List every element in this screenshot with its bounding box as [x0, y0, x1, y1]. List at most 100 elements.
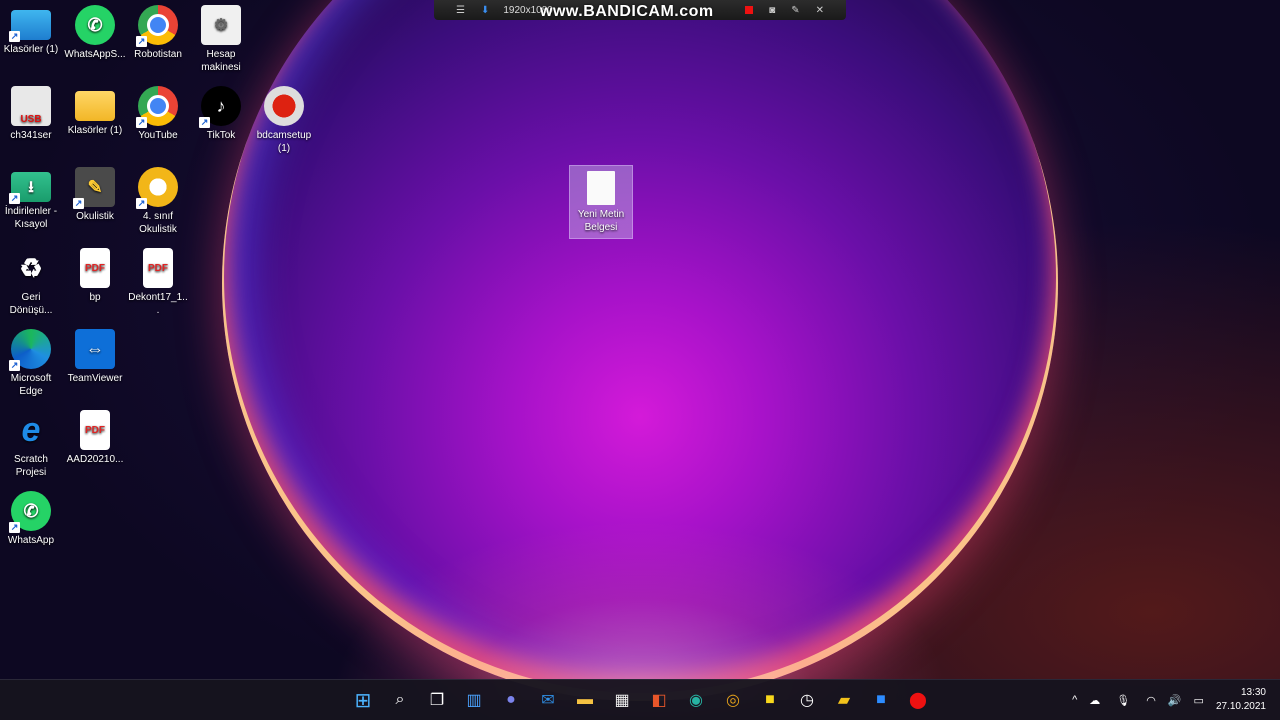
- mail-icon[interactable]: ✉: [532, 684, 564, 716]
- taskbar-apps: ⊞ ⌕ ❐ ▥ ● ✉ ▬ ▦ ◧ ◉ ◎ ■ ◷ ▰ ■ ⬤: [347, 684, 939, 716]
- volume-icon[interactable]: 🔊: [1168, 694, 1182, 707]
- icon-label: YouTube: [138, 130, 178, 141]
- desktop-icon-whatsapps[interactable]: ✆ WhatsAppS...: [64, 0, 126, 61]
- start-icon[interactable]: ⊞: [347, 684, 379, 716]
- desktop-icon-youtube[interactable]: YouTube: [127, 81, 189, 142]
- clock-date: 27.10.2021: [1215, 701, 1266, 712]
- edge-icon: [9, 329, 51, 371]
- battery-icon[interactable]: ▭: [1194, 694, 1204, 707]
- sticky-notes-2-icon[interactable]: ▰: [828, 684, 860, 716]
- desktop-icon-dekont[interactable]: PDF Dekont17_1...: [127, 243, 189, 317]
- widgets-icon[interactable]: ▥: [458, 684, 490, 716]
- desktop-icon-edge[interactable]: Microsoft Edge: [0, 324, 62, 398]
- tiktok-icon: ♪: [199, 86, 241, 128]
- pdf-badge: PDF: [85, 262, 105, 274]
- folder-icon: [75, 91, 115, 121]
- icon-label: Klasörler (1): [67, 125, 123, 136]
- clock-app-icon[interactable]: ◷: [791, 684, 823, 716]
- downloads-folder-icon: ⭳: [9, 172, 51, 204]
- desktop-icon-whatsapp[interactable]: ✆ WhatsApp: [0, 486, 62, 547]
- bandicam-installer-icon: [264, 86, 304, 126]
- task-view-icon[interactable]: ❐: [421, 684, 453, 716]
- chrome-icon: [136, 5, 178, 47]
- desktop-icon-tiktok[interactable]: ♪ TikTok: [190, 81, 252, 142]
- usb-driver-icon: USB: [11, 86, 51, 126]
- icon-label: TikTok: [206, 130, 236, 141]
- desktop-icon-yeni-metin-belgesi[interactable]: Yeni Metin Belgesi: [569, 165, 633, 239]
- pdf-icon: PDF: [80, 410, 110, 450]
- monitor-icon: [9, 10, 51, 42]
- icon-label: bdcamsetup (1): [256, 130, 312, 154]
- wifi-icon[interactable]: ◠: [1146, 694, 1156, 707]
- calculator-icon: ⚙: [201, 5, 241, 45]
- desktop-icon-klasorler[interactable]: Klasörler (1): [0, 0, 62, 56]
- icon-label: İndirilenler - Kısayol: [4, 206, 58, 230]
- desktop-icon-4-sinif-okulistik[interactable]: 4. sınıf Okulistik: [127, 162, 189, 236]
- desktop-icon-bdcamsetup[interactable]: bdcamsetup (1): [253, 81, 315, 155]
- sticky-notes-icon[interactable]: ■: [754, 684, 786, 716]
- icon-label: Microsoft Edge: [10, 373, 52, 397]
- office-icon[interactable]: ◧: [643, 684, 675, 716]
- teams-chat-icon[interactable]: ●: [495, 684, 527, 716]
- internet-explorer-icon: e: [21, 410, 41, 449]
- clock[interactable]: 13:30 27.10.2021: [1216, 686, 1266, 714]
- icon-label: bp: [89, 292, 101, 303]
- zoom-icon[interactable]: ■: [865, 684, 897, 716]
- menu-icon[interactable]: ☰: [456, 5, 465, 16]
- icon-label: Scratch Projesi: [14, 454, 48, 478]
- edge-icon[interactable]: ◉: [680, 684, 712, 716]
- wallpaper-orb-glow: [330, 520, 950, 700]
- icon-label: ch341ser: [10, 130, 52, 141]
- clock-time: 13:30: [1240, 687, 1266, 698]
- desktop-icon-ch341ser[interactable]: USB ch341ser: [0, 81, 62, 142]
- close-icon[interactable]: ✕: [816, 5, 824, 16]
- icon-label: Robotistan: [134, 49, 182, 60]
- search-icon[interactable]: ⌕: [384, 684, 416, 716]
- pdf-badge: PDF: [85, 424, 105, 436]
- chrome-icon: [136, 86, 178, 128]
- onedrive-icon[interactable]: ☁: [1089, 694, 1100, 707]
- okulistik-icon: ✎: [73, 167, 115, 209]
- recycle-bin-icon: ♻: [19, 252, 43, 283]
- desktop-icon-recycle-bin[interactable]: ♻ Geri Dönüşü...: [0, 243, 62, 317]
- desktop-icon-robotistan[interactable]: Robotistan: [127, 0, 189, 61]
- icon-label: WhatsApp: [7, 535, 55, 546]
- desktop-icon-hesap-makinesi[interactable]: ⚙ Hesap makinesi: [190, 0, 252, 74]
- chrome-icon[interactable]: ◎: [717, 684, 749, 716]
- store-icon[interactable]: ▦: [606, 684, 638, 716]
- desktop-icon-teamviewer[interactable]: ⇔ TeamViewer: [64, 324, 126, 385]
- desktop-icon-scratch[interactable]: e Scratch Projesi: [0, 405, 62, 479]
- icon-label: Geri Dönüşü...: [9, 292, 53, 316]
- bandicam-icon[interactable]: ⬤: [902, 684, 934, 716]
- whatsapp-icon: ✆: [9, 491, 51, 533]
- microphone-icon[interactable]: 🎙: [1116, 694, 1130, 707]
- pencil-icon[interactable]: ✎: [791, 5, 799, 16]
- icon-label: AAD20210...: [66, 454, 124, 465]
- bandicam-watermark: www.BANDICAM.com: [540, 3, 714, 20]
- whatsapp-icon: ✆: [75, 5, 115, 45]
- icon-label: Yeni Metin Belgesi: [577, 209, 625, 233]
- icon-label: Klasörler (1): [3, 44, 59, 55]
- file-explorer-icon[interactable]: ▬: [569, 684, 601, 716]
- okulistik-chrome-icon: [136, 167, 178, 209]
- desktop-icon-klasorler-folder[interactable]: Klasörler (1): [64, 81, 126, 137]
- desktop-icon-indirilenler[interactable]: ⭳ İndirilenler - Kısayol: [0, 162, 62, 231]
- taskbar: ⊞ ⌕ ❐ ▥ ● ✉ ▬ ▦ ◧ ◉ ◎ ■ ◷ ▰ ■ ⬤ ^ ☁ 🎙 ◠ …: [0, 679, 1280, 720]
- camera-icon[interactable]: ◙: [769, 5, 775, 16]
- record-indicator-icon: [745, 6, 754, 14]
- pdf-icon: PDF: [143, 248, 173, 288]
- icon-label: WhatsAppS...: [64, 49, 126, 60]
- icon-label: Dekont17_1...: [128, 292, 188, 316]
- pin-icon[interactable]: ⬇: [481, 5, 489, 16]
- chevron-up-icon[interactable]: ^: [1072, 694, 1077, 706]
- desktop-icon-okulistik[interactable]: ✎ Okulistik: [64, 162, 126, 223]
- teamviewer-icon: ⇔: [75, 329, 115, 369]
- icon-label: 4. sınıf Okulistik: [139, 211, 177, 235]
- usb-badge: USB: [20, 114, 42, 125]
- desktop-icon-aad[interactable]: PDF AAD20210...: [64, 405, 126, 466]
- icon-label: Hesap makinesi: [201, 49, 241, 73]
- system-tray: ^ ☁ 🎙 ◠ 🔊 ▭ 13:30 27.10.2021: [1066, 680, 1280, 720]
- icon-label: Okulistik: [76, 211, 114, 222]
- desktop-icon-bp[interactable]: PDF bp: [64, 243, 126, 304]
- icon-label: TeamViewer: [67, 373, 123, 384]
